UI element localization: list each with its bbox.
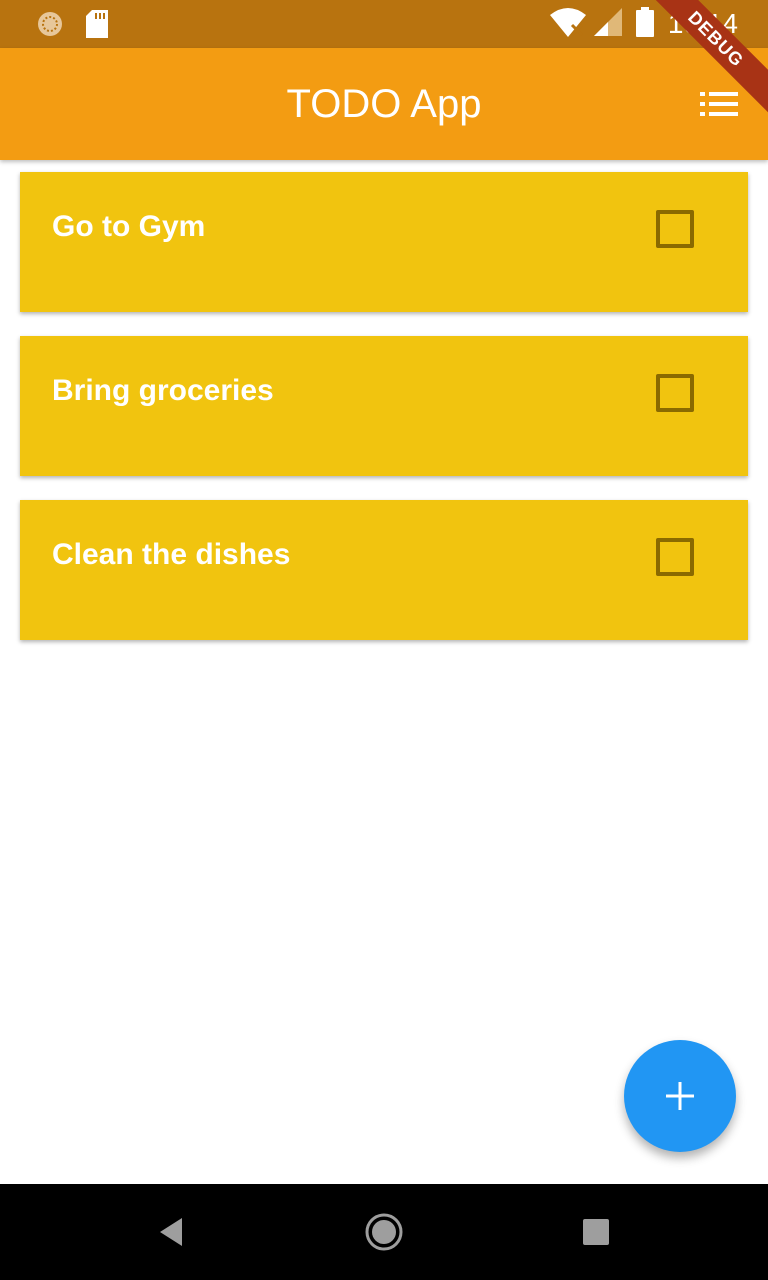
wifi-off-icon [549,7,586,42]
list-icon [700,92,738,116]
nav-bar [0,1184,768,1280]
todo-card[interactable]: Clean the dishes [20,500,748,640]
back-button[interactable] [154,1212,194,1252]
plus-icon [666,1082,694,1110]
todo-card[interactable]: Bring groceries [20,336,748,476]
signal-icon [593,7,622,41]
recents-icon [583,1219,609,1245]
back-icon [160,1218,182,1246]
todo-checkbox[interactable] [656,538,694,576]
todo-card[interactable]: Go to Gym [20,172,748,312]
add-todo-button[interactable] [624,1040,736,1152]
battery-icon [635,6,654,42]
sd-card-icon [86,10,110,43]
sync-icon [36,10,64,43]
list-menu-button[interactable] [700,88,738,120]
todo-list: Go to Gym Bring groceries Clean the dish… [20,172,748,664]
todo-checkbox[interactable] [656,210,694,248]
app-bar: TODO App [0,48,768,160]
home-icon [365,1213,403,1251]
status-bar: 10:14 [0,0,768,48]
app-title: TODO App [286,82,482,126]
todo-title: Go to Gym [52,210,206,243]
home-button[interactable] [364,1212,404,1252]
todo-title: Clean the dishes [52,538,291,571]
todo-title: Bring groceries [52,374,274,407]
recents-button[interactable] [576,1212,616,1252]
todo-checkbox[interactable] [656,374,694,412]
